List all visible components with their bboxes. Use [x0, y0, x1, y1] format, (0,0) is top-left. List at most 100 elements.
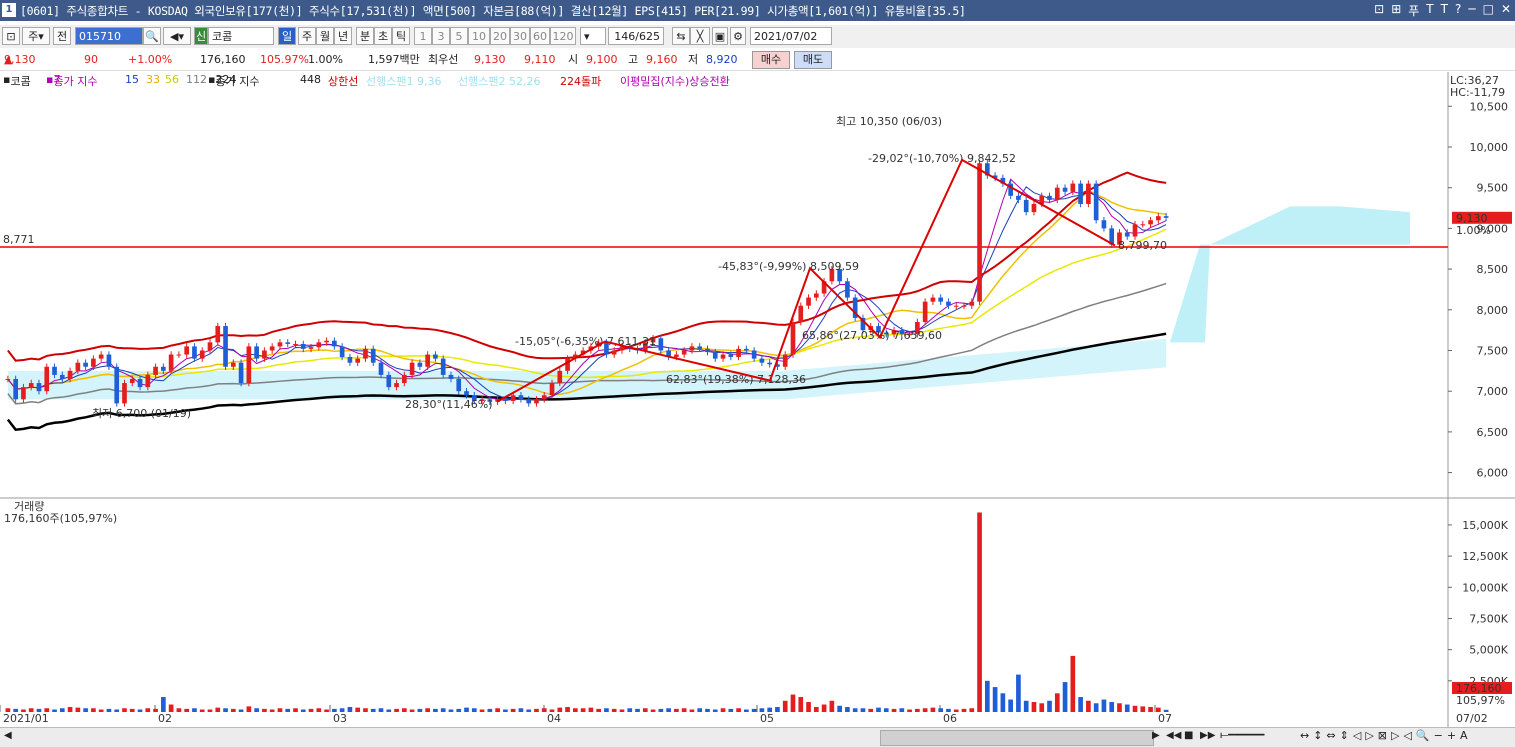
window-cascade-icon[interactable]: ⊞	[1391, 2, 1401, 19]
chart-area[interactable]: 10,500 10,000 9,500 9,000 8,500 8,000 7,500 7,0…	[0, 72, 1515, 730]
period-month[interactable]: 월	[316, 27, 334, 45]
period-week[interactable]: 주	[298, 27, 316, 45]
period-year[interactable]: 년	[334, 27, 352, 45]
pin-icon[interactable]: 푸	[1408, 2, 1419, 19]
interval-1[interactable]: 1	[414, 27, 432, 45]
sound-icon[interactable]: ◀▾	[163, 27, 191, 45]
window-number: 1	[2, 3, 16, 17]
volume-bar	[355, 707, 361, 712]
volume-bar	[324, 709, 329, 712]
code-input[interactable]: 015710	[75, 27, 143, 45]
maximize-icon[interactable]: □	[1483, 2, 1494, 19]
volume-bar	[316, 708, 322, 712]
volume-bar	[1093, 703, 1099, 712]
volume-bar	[751, 708, 757, 712]
count-field[interactable]: 146/625	[608, 27, 664, 45]
volume-bar	[806, 702, 811, 712]
y-tick-label: 7,500	[1477, 344, 1509, 357]
legend-ma-long[interactable]: ▪ 종가 지수 224	[208, 73, 259, 88]
price-chart-svg[interactable]: 10,50010,0009,5009,0008,5008,0007,5007,0…	[0, 72, 1515, 727]
stop-icon[interactable]: ■	[1184, 730, 1193, 741]
volume-bar	[915, 708, 920, 712]
period-minute[interactable]: 분	[356, 27, 374, 45]
custom-interval-select[interactable]: ▾	[580, 27, 606, 45]
buy-button[interactable]: 매수	[752, 51, 790, 69]
interval-30[interactable]: 30	[510, 27, 530, 45]
window-tile-icon[interactable]: ⊡	[1374, 2, 1384, 19]
interval-3[interactable]: 3	[432, 27, 450, 45]
interval-120[interactable]: 120	[550, 27, 576, 45]
help-icon[interactable]: ?	[1455, 2, 1461, 19]
best-bid: 9,110	[524, 53, 556, 66]
legend-ma-label[interactable]: ▪ 종가 지수 7	[46, 73, 97, 88]
candle-body	[145, 374, 151, 388]
volume-bar	[588, 707, 594, 712]
font-icon[interactable]: T	[1426, 2, 1433, 19]
scroll-left-icon[interactable]: ◀	[4, 730, 12, 741]
volume-bar	[650, 709, 656, 712]
candle-body	[67, 370, 73, 379]
candle-body	[324, 340, 329, 343]
candle-body	[813, 293, 819, 298]
chart-menu-icon[interactable]: ⊡	[2, 27, 20, 45]
candle-body	[1078, 183, 1083, 204]
volume-bar	[137, 709, 143, 712]
close-icon[interactable]: ✕	[1501, 2, 1511, 19]
candle-body	[681, 350, 687, 355]
zoom-slider[interactable]: ⟝━━━━━━	[1220, 730, 1264, 741]
high-label: 고	[628, 53, 639, 66]
interval-5[interactable]: 5	[450, 27, 468, 45]
legend-stock-name[interactable]: ▪ 코콤	[3, 73, 31, 88]
search-icon[interactable]: 🔍	[143, 27, 161, 45]
minimize-icon[interactable]: ─	[1468, 2, 1475, 19]
x-tick-label: 2021/01	[3, 712, 49, 725]
chart-tools-icons[interactable]: ↔↕⇔⇕◁▷⊠▷◁🔍−+A	[1300, 729, 1472, 742]
candle-body	[744, 348, 749, 351]
market-button[interactable]: 전	[53, 27, 71, 45]
first-page-icon[interactable]: ◀◀	[1166, 730, 1181, 741]
volume-bar	[619, 709, 625, 712]
settings-icon[interactable]: ⚙	[730, 27, 746, 45]
volume-bar	[440, 708, 446, 712]
scroll-thumb[interactable]	[880, 730, 1154, 746]
sell-button[interactable]: 매도	[794, 51, 832, 69]
volume-bar	[969, 708, 975, 712]
candle-body	[28, 383, 34, 388]
drawing-icon[interactable]: ╳	[690, 27, 710, 45]
candle-body	[433, 354, 438, 359]
scroll-right-icon[interactable]: ▶	[1152, 730, 1160, 741]
interval-10[interactable]: 10	[468, 27, 490, 45]
y-tick-label: 8,000	[1477, 304, 1509, 317]
mode-select[interactable]: 주▾	[22, 27, 50, 45]
volume-bar	[192, 708, 197, 712]
chart-annotation: 최저 6,700 (01/19)	[92, 407, 191, 420]
last-page-icon[interactable]: ▶▶	[1200, 730, 1215, 741]
volume-bar	[891, 708, 897, 712]
candle-body	[782, 354, 788, 367]
last-date-label: 07/02	[1456, 712, 1488, 725]
font-small-icon[interactable]: T	[1441, 2, 1448, 19]
interval-20[interactable]: 20	[490, 27, 510, 45]
period-tick[interactable]: 틱	[392, 27, 410, 45]
volume-bar	[1062, 682, 1068, 712]
candle-body	[674, 354, 679, 357]
interval-60[interactable]: 60	[530, 27, 550, 45]
candle-body	[269, 346, 275, 351]
company-field[interactable]: 코콤	[208, 27, 274, 45]
period-day[interactable]: 일	[278, 27, 296, 45]
volume-bar	[557, 707, 563, 712]
candle-body	[332, 340, 337, 347]
volume-bar	[52, 709, 57, 712]
candle-body	[1054, 187, 1060, 200]
period-second[interactable]: 초	[374, 27, 392, 45]
date-field[interactable]: 2021/07/02 ▦	[750, 27, 832, 61]
save-icon[interactable]: ▣	[712, 27, 728, 45]
volume-bar	[1117, 703, 1122, 712]
volume-bar	[308, 708, 314, 712]
compare-icon[interactable]: ⇆	[672, 27, 690, 45]
vol-y-tick-label: 7,500K	[1469, 612, 1508, 625]
volume-bar	[860, 708, 866, 712]
candle-body	[394, 383, 399, 388]
volume-bar	[1070, 655, 1076, 712]
candle-body	[207, 342, 213, 351]
